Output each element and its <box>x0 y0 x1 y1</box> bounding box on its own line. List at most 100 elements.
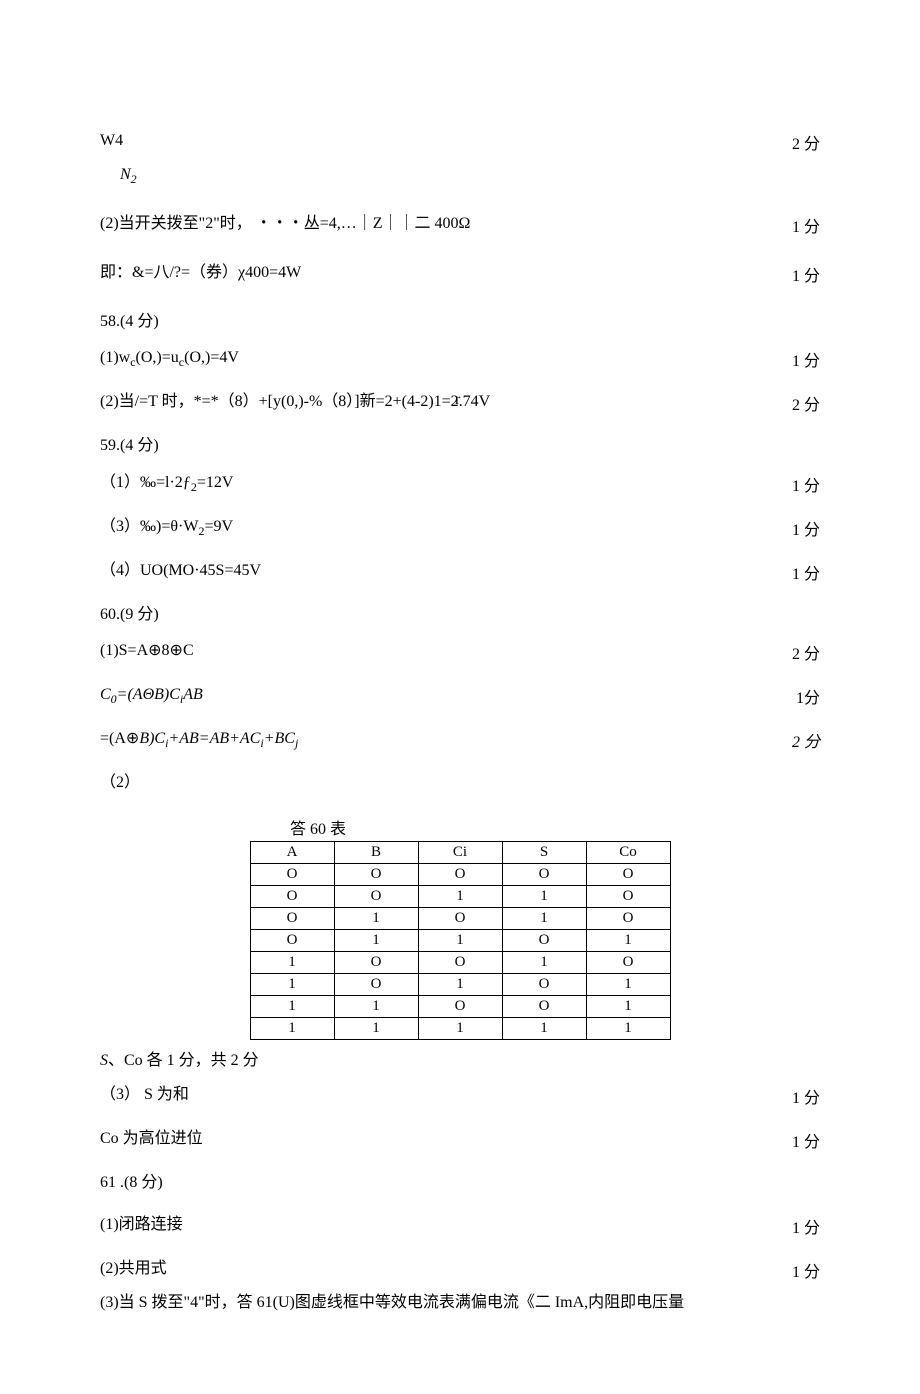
table-cell: O <box>418 907 502 929</box>
q60-expand: =(A⊕B)Ci+AB=AB+ACi+BCj 2 分 <box>100 728 820 752</box>
table-cell: 1 <box>334 995 418 1017</box>
table-cell: 1 <box>502 951 586 973</box>
q60-1: (1)S=A⊕8⊕C 2 分 <box>100 640 820 664</box>
stray-r: r <box>455 391 460 409</box>
q58-2-pts: 2 分 <box>792 391 820 415</box>
table-cell: O <box>334 951 418 973</box>
q61-header: 61 .(8 分) <box>100 1172 820 1194</box>
table-row: OOOOO <box>250 863 670 885</box>
q58-2-text: (2)当/=T 时，*=*（8）+[y(0,)-%（8）]新=2+(4-2)1=… <box>100 391 792 413</box>
table-cell: O <box>502 973 586 995</box>
q61-2: (2)共用式 1 分 <box>100 1258 820 1282</box>
switch2-text: (2)当开关拨至"2"时， ・・・丛=4,…｜Z｜｜二 400Ω <box>100 213 792 235</box>
q61-3: (3)当 S 拨至"4"时，答 61(U)图虚线框中等效电流表满偏电流《二 Im… <box>100 1292 820 1314</box>
q60-c0: C0=(AΘB)CiAB 1分 <box>100 684 820 708</box>
table-row: ABCiSCo <box>250 841 670 863</box>
table-cell: 1 <box>586 1017 670 1039</box>
table-cell: 1 <box>334 1017 418 1039</box>
q60-3: （3） S 为和 1 分 <box>100 1084 820 1108</box>
table-row: O1O1O <box>250 907 670 929</box>
table-cell: 1 <box>418 973 502 995</box>
q59-header: 59.(4 分) <box>100 435 820 457</box>
table-cell: 1 <box>250 995 334 1017</box>
truth-table: ABCiSCoOOOOOOO11OO1O1OO11O11OO1O1O1O111O… <box>250 841 671 1040</box>
q60-1-text: (1)S=A⊕8⊕C <box>100 640 792 662</box>
table-row: O11O1 <box>250 929 670 951</box>
table-cell: B <box>334 841 418 863</box>
table-cell: S <box>502 841 586 863</box>
table-cell: O <box>586 863 670 885</box>
line-n2: N2 <box>100 164 820 188</box>
q60-header: 60.(9 分) <box>100 604 820 626</box>
table-cell: 1 <box>586 929 670 951</box>
q59-3: （3）‰)=θ·W2=9V 1 分 <box>100 516 820 540</box>
q60-co: Co 为高位进位 1 分 <box>100 1128 820 1152</box>
table-cell: 1 <box>502 1017 586 1039</box>
switch2-pts: 1 分 <box>792 213 820 237</box>
table-cell: 1 <box>418 885 502 907</box>
table-cell: O <box>502 929 586 951</box>
q60-expand-pts: 2 分 <box>792 728 820 752</box>
table-cell: O <box>250 907 334 929</box>
table-cell: O <box>502 863 586 885</box>
table-row: 1OO1O <box>250 951 670 973</box>
q60-3-text: （3） S 为和 <box>100 1084 792 1106</box>
line-w4: W4 2 分 <box>100 130 820 154</box>
line-w4-text: W4 <box>100 130 792 152</box>
table-cell: 1 <box>250 973 334 995</box>
q61-2-pts: 1 分 <box>792 1258 820 1282</box>
table-cell: 1 <box>250 951 334 973</box>
table-cell: Co <box>586 841 670 863</box>
q59-4-text: （4）UO(MO·45S=45V <box>100 560 792 582</box>
table-cell: O <box>334 885 418 907</box>
table-cell: 1 <box>334 929 418 951</box>
q61-2-text: (2)共用式 <box>100 1258 792 1280</box>
q58-header: 58.(4 分) <box>100 311 820 333</box>
table-cell: O <box>586 907 670 929</box>
table-cell: O <box>418 995 502 1017</box>
table-cell: 1 <box>418 929 502 951</box>
table-cell: 1 <box>502 885 586 907</box>
table-cell: O <box>418 863 502 885</box>
q60-co-pts: 1 分 <box>792 1128 820 1152</box>
table-row: OO11O <box>250 885 670 907</box>
q61-1-text: (1)闭路连接 <box>100 1214 792 1236</box>
table-cell: 1 <box>418 1017 502 1039</box>
table-cell: O <box>586 951 670 973</box>
q58-1-pts: 1 分 <box>792 347 820 371</box>
q60-3-pts: 1 分 <box>792 1084 820 1108</box>
eq400-text: 即：&=八/?=（券）χ400=4W <box>100 262 792 284</box>
table-row: 11OO1 <box>250 995 670 1017</box>
q59-4: （4）UO(MO·45S=45V 1 分 <box>100 560 820 584</box>
table-cell: 1 <box>250 1017 334 1039</box>
line-switch2: (2)当开关拨至"2"时， ・・・丛=4,…｜Z｜｜二 400Ω 1 分 <box>100 213 820 237</box>
eq400-pts: 1 分 <box>792 262 820 286</box>
q61-1: (1)闭路连接 1 分 <box>100 1214 820 1238</box>
table-cell: O <box>250 929 334 951</box>
s-co-scoring: S、Co 各 1 分，共 2 分 <box>100 1046 820 1070</box>
table-cell: O <box>334 863 418 885</box>
table-cell: O <box>334 973 418 995</box>
q60-part2: （2） <box>100 772 820 794</box>
table-cell: O <box>502 995 586 1017</box>
q59-1-pts: 1 分 <box>792 472 820 496</box>
table-cell: 1 <box>586 995 670 1017</box>
table-cell: 1 <box>586 973 670 995</box>
q58-1: (1)wc(O,)=uc(O,)=4V 1 分 <box>100 347 820 371</box>
table-cell: O <box>586 885 670 907</box>
q61-3-text: (3)当 S 拨至"4"时，答 61(U)图虚线框中等效电流表满偏电流《二 Im… <box>100 1292 820 1314</box>
table-cell: A <box>250 841 334 863</box>
q60-1-pts: 2 分 <box>792 640 820 664</box>
table-cell: Ci <box>418 841 502 863</box>
table-cell: O <box>250 863 334 885</box>
table-cell: O <box>418 951 502 973</box>
line-eq-400: 即：&=八/?=（券）χ400=4W 1 分 <box>100 262 820 286</box>
n2-base: N2 <box>120 164 137 188</box>
table-cell: 1 <box>334 907 418 929</box>
q59-3-pts: 1 分 <box>792 516 820 540</box>
q60-co-text: Co 为高位进位 <box>100 1128 792 1150</box>
table-cell: 1 <box>502 907 586 929</box>
table-row: 1O1O1 <box>250 973 670 995</box>
q59-4-pts: 1 分 <box>792 560 820 584</box>
line-w4-pts: 2 分 <box>792 130 820 154</box>
